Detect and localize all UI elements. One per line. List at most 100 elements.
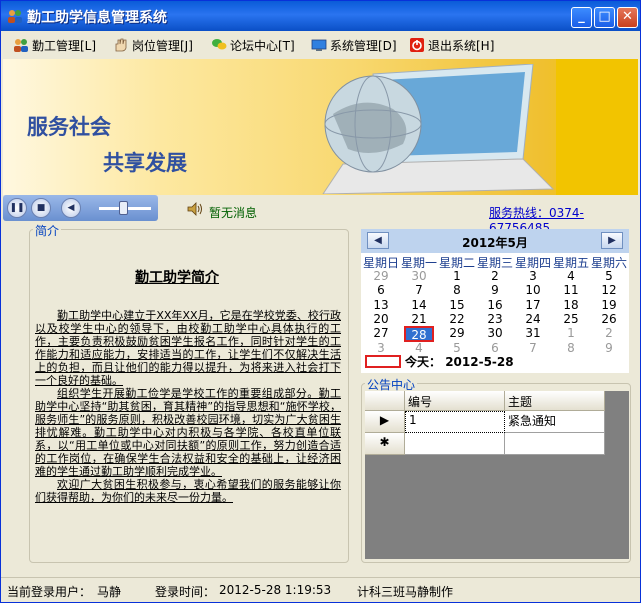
intro-paragraph: 欢迎广大贫困生积极参与，衷心希望我们的服务能够让你们获得帮助，为你们的未来尽一份…	[35, 478, 341, 504]
today-marker	[365, 355, 401, 368]
menu-gangwei[interactable]: 岗位管理[J]	[113, 36, 193, 54]
banner-accent	[556, 59, 638, 195]
calendar-day[interactable]: 1	[438, 269, 476, 284]
calendar-day[interactable]: 5	[590, 269, 628, 284]
calendar-day[interactable]: 7	[400, 283, 438, 298]
intro-legend: 简介	[33, 222, 62, 239]
monitor-icon	[311, 39, 327, 51]
calendar-day[interactable]: 3	[362, 341, 400, 356]
new-cell-id[interactable]	[405, 433, 505, 455]
exit-icon	[410, 38, 424, 52]
intro-paragraph: 勤工助学中心建立于XX年XX月，它是在学校党委、校行政以及校学生中心的领导下，由…	[35, 309, 341, 387]
prev-month-button[interactable]: ◀	[367, 232, 389, 249]
user-value: 马静	[97, 585, 122, 599]
calendar-day[interactable]: 8	[552, 341, 590, 356]
cell-subject[interactable]: 紧急通知	[505, 411, 605, 433]
calendar-day[interactable]: 30	[400, 269, 438, 284]
calendar-day[interactable]: 20	[362, 312, 400, 327]
calendar-day[interactable]: 2	[476, 269, 514, 284]
laptop-globe-illustration	[322, 64, 555, 194]
calendar-day[interactable]: 13	[362, 298, 400, 313]
month-calendar[interactable]: 2012年5月 ◀ ▶ 星期日 星期一 星期二 星期三 星期四 星期五 星期六 29 30 1 2…	[361, 229, 629, 373]
intro-paragraph: 组织学生开展勤工俭学是学校工作的重要组成部分。勤工助学中心坚持“助其贫困，育其精…	[35, 387, 341, 478]
close-button[interactable]: ✕	[617, 7, 638, 28]
today-label[interactable]: 今天： 2012-5-28	[405, 353, 514, 370]
calendar-day[interactable]: 1	[552, 326, 590, 341]
menu-luntan[interactable]: 论坛中心[T]	[211, 36, 295, 54]
pause-button[interactable]: ❚❚	[7, 198, 27, 218]
calendar-day[interactable]: 29	[438, 326, 476, 341]
volume-slider[interactable]	[119, 201, 128, 215]
calendar-day[interactable]: 25	[552, 312, 590, 327]
calendar-day[interactable]: 4	[552, 269, 590, 284]
chat-icon	[212, 39, 227, 50]
banner-slogan-1: 服务社会	[27, 115, 111, 139]
main-window: 勤工助学信息管理系统 _ □ ✕ 勤工管理[L] 岗位管理[J] 论坛中心[T]	[0, 0, 641, 603]
maximize-button[interactable]: □	[594, 7, 615, 28]
calendar-day[interactable]: 23	[476, 312, 514, 327]
calendar-day[interactable]: 26	[590, 312, 628, 327]
menu-label: 论坛中心[T]	[230, 38, 295, 53]
time-label: 登录时间：	[155, 585, 216, 599]
intro-body: 勤工助学中心建立于XX年XX月，它是在学校党委、校行政以及校学生中心的领导下，由…	[35, 309, 341, 504]
calendar-day[interactable]: 14	[400, 298, 438, 313]
calendar-day[interactable]: 18	[552, 298, 590, 313]
calendar-day[interactable]: 9	[476, 283, 514, 298]
calendar-day[interactable]: 29	[362, 269, 400, 284]
menu-label: 退出系统[H]	[428, 38, 495, 53]
notice-grid[interactable]: 编号 主题 ▶ 1 紧急通知 ✱	[365, 391, 629, 559]
menu-xitong[interactable]: 系统管理[D]	[311, 36, 397, 54]
menu-label: 岗位管理[J]	[132, 38, 193, 53]
calendar-day[interactable]: 16	[476, 298, 514, 313]
menu-bar: 勤工管理[L] 岗位管理[J] 论坛中心[T] 系统管理[D] 退出系统[H]	[1, 33, 640, 57]
hand-icon	[115, 38, 127, 52]
calendar-day[interactable]: 15	[438, 298, 476, 313]
today-label-text: 今天：	[405, 355, 442, 369]
new-cell-subject[interactable]	[505, 433, 605, 455]
calendar-day[interactable]: 24	[514, 312, 552, 327]
new-row-icon[interactable]: ✱	[365, 433, 405, 455]
calendar-month-label: 2012年5月	[462, 236, 528, 250]
calendar-day[interactable]: 12	[590, 283, 628, 298]
grid-corner	[365, 391, 405, 411]
column-header-id[interactable]: 编号	[405, 391, 505, 411]
people-icon	[14, 39, 28, 52]
menu-label: 勤工管理[L]	[32, 38, 97, 53]
speaker-icon	[187, 202, 202, 216]
menu-label: 系统管理[D]	[330, 38, 397, 53]
calendar-day[interactable]: 11	[552, 283, 590, 298]
menu-qingong[interactable]: 勤工管理[L]	[13, 36, 96, 54]
calendar-day[interactable]: 9	[590, 341, 628, 356]
intro-title: 勤工助学简介	[135, 270, 219, 286]
calendar-day[interactable]: 8	[438, 283, 476, 298]
media-player: ❚❚ ■ ◀	[3, 195, 158, 221]
credit-text: 计科三班马静制作	[357, 585, 454, 599]
calendar-day[interactable]: 2	[590, 326, 628, 341]
app-people-icon	[8, 10, 22, 23]
calendar-day[interactable]: 10	[514, 283, 552, 298]
volume-icon[interactable]: ◀	[61, 198, 81, 218]
calendar-day[interactable]: 21	[400, 312, 438, 327]
banner-image: 服务社会 共享发展	[3, 59, 638, 195]
calendar-day[interactable]: 17	[514, 298, 552, 313]
next-month-button[interactable]: ▶	[601, 232, 623, 249]
window-title: 勤工助学信息管理系统	[27, 10, 167, 26]
calendar-day[interactable]: 27	[362, 326, 400, 341]
stop-button[interactable]: ■	[31, 198, 51, 218]
calendar-day[interactable]: 30	[476, 326, 514, 341]
minimize-button[interactable]: _	[571, 7, 592, 28]
message-text: 暂无消息	[209, 206, 258, 220]
banner-slogan-2: 共享发展	[103, 151, 187, 175]
calendar-day[interactable]: 22	[438, 312, 476, 327]
column-header-subject[interactable]: 主题	[505, 391, 605, 411]
time-value: 2012-5-28 1:19:53	[219, 583, 332, 597]
menu-exit[interactable]: 退出系统[H]	[409, 36, 494, 54]
calendar-day[interactable]: 7	[514, 341, 552, 356]
calendar-day[interactable]: 3	[514, 269, 552, 284]
cell-id[interactable]: 1	[405, 411, 505, 433]
calendar-day[interactable]: 6	[362, 283, 400, 298]
title-bar[interactable]: 勤工助学信息管理系统 _ □ ✕	[1, 1, 640, 31]
calendar-day[interactable]: 19	[590, 298, 628, 313]
row-selector-icon[interactable]: ▶	[365, 411, 405, 433]
calendar-day[interactable]: 31	[514, 326, 552, 341]
